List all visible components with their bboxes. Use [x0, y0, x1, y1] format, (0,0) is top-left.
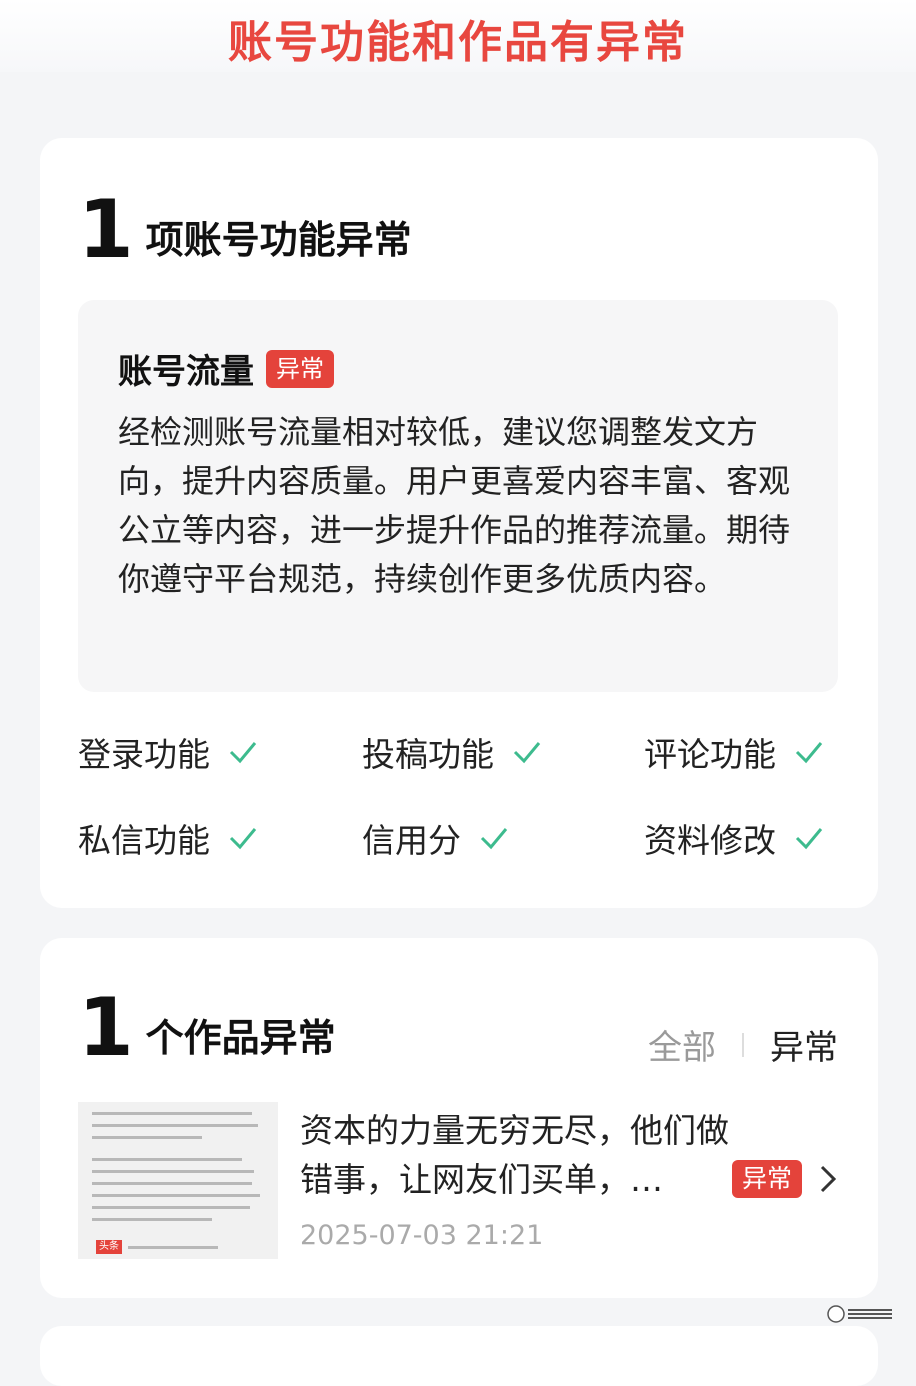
traffic-notice[interactable]: 账号流量 异常 经检测账号流量相对较低，建议您调整发文方向，提升内容质量。用户更… [78, 300, 838, 692]
account-function-card: 1 项账号功能异常 账号流量 异常 经检测账号流量相对较低，建议您调整发文方向，… [40, 138, 878, 908]
chevron-right-icon[interactable] [818, 1162, 838, 1196]
thumb-text-line [92, 1136, 202, 1139]
page-header: 账号功能和作品有异常 [0, 0, 916, 72]
status-item-comment[interactable]: 评论功能 [644, 728, 824, 776]
thumb-text-line [92, 1206, 250, 1209]
thumb-text-line [92, 1112, 252, 1115]
next-card-partial [40, 1326, 878, 1386]
status-item-message[interactable]: 私信功能 [78, 814, 258, 862]
check-icon [513, 742, 541, 764]
status-item-profile-edit[interactable]: 资料修改 [644, 814, 824, 862]
check-icon [480, 828, 508, 850]
toutiao-logo: 头条 [96, 1240, 122, 1254]
thumb-text-line [92, 1194, 260, 1197]
works-section-header: 1 个作品异常 [78, 988, 336, 1068]
works-card: 1 个作品异常 全部 异常 头条 资本的力量无穷无尽，他们做错事，让网友们买单，… [40, 938, 878, 1298]
works-abnormal-count: 1 [78, 981, 134, 1074]
notice-body: 经检测账号流量相对较低，建议您调整发文方向，提升内容质量。用户更喜爱内容丰富、客… [118, 413, 791, 598]
tab-all[interactable]: 全部 [648, 1020, 716, 1069]
thumb-text-line [92, 1158, 242, 1161]
status-label: 登录功能 [78, 735, 210, 774]
status-label: 私信功能 [78, 821, 210, 860]
work-date: 2025-07-03 21:21 [300, 1220, 544, 1251]
abnormal-badge: 异常 [266, 349, 334, 388]
thumb-text-line [128, 1246, 218, 1249]
account-section-header: 1 项账号功能异常 [78, 190, 412, 270]
check-icon [229, 828, 257, 850]
status-label: 投稿功能 [362, 735, 494, 774]
page-title: 账号功能和作品有异常 [228, 17, 688, 68]
status-item-login[interactable]: 登录功能 [78, 728, 258, 776]
status-item-credit[interactable]: 信用分 [362, 814, 509, 862]
tab-abnormal[interactable]: 异常 [770, 1020, 838, 1069]
check-icon [229, 742, 257, 764]
notice-title: 账号流量 [118, 352, 254, 392]
thumb-text-line [92, 1182, 252, 1185]
thumb-text-line [92, 1218, 212, 1221]
work-thumbnail: 头条 [78, 1102, 278, 1259]
notice-header: 账号流量 异常 [118, 344, 334, 393]
status-label: 资料修改 [644, 821, 776, 860]
status-item-submit[interactable]: 投稿功能 [362, 728, 542, 776]
thumb-text-line [92, 1170, 254, 1173]
works-filter-tabs: 全部 异常 [648, 1020, 838, 1069]
works-section-title: 个作品异常 [145, 1016, 336, 1060]
work-abnormal-badge: 异常 [732, 1160, 803, 1198]
account-abnormal-count: 1 [78, 183, 134, 276]
account-section-title: 项账号功能异常 [145, 218, 412, 262]
status-label: 信用分 [362, 821, 461, 860]
status-label: 评论功能 [644, 735, 776, 774]
watermark-icon [827, 1305, 892, 1323]
work-title: 资本的力量无穷无尽，他们做错事，让网友们买单，… [300, 1111, 729, 1199]
work-list-item[interactable]: 头条 资本的力量无穷无尽，他们做错事，让网友们买单，… 2025-07-03 2… [78, 1102, 848, 1262]
check-icon [795, 742, 823, 764]
check-icon [795, 828, 823, 850]
tab-divider [742, 1032, 744, 1057]
thumb-text-line [92, 1124, 258, 1127]
function-status-grid: 登录功能 投稿功能 评论功能 私信功能 信用分 资料修改 [78, 728, 858, 908]
